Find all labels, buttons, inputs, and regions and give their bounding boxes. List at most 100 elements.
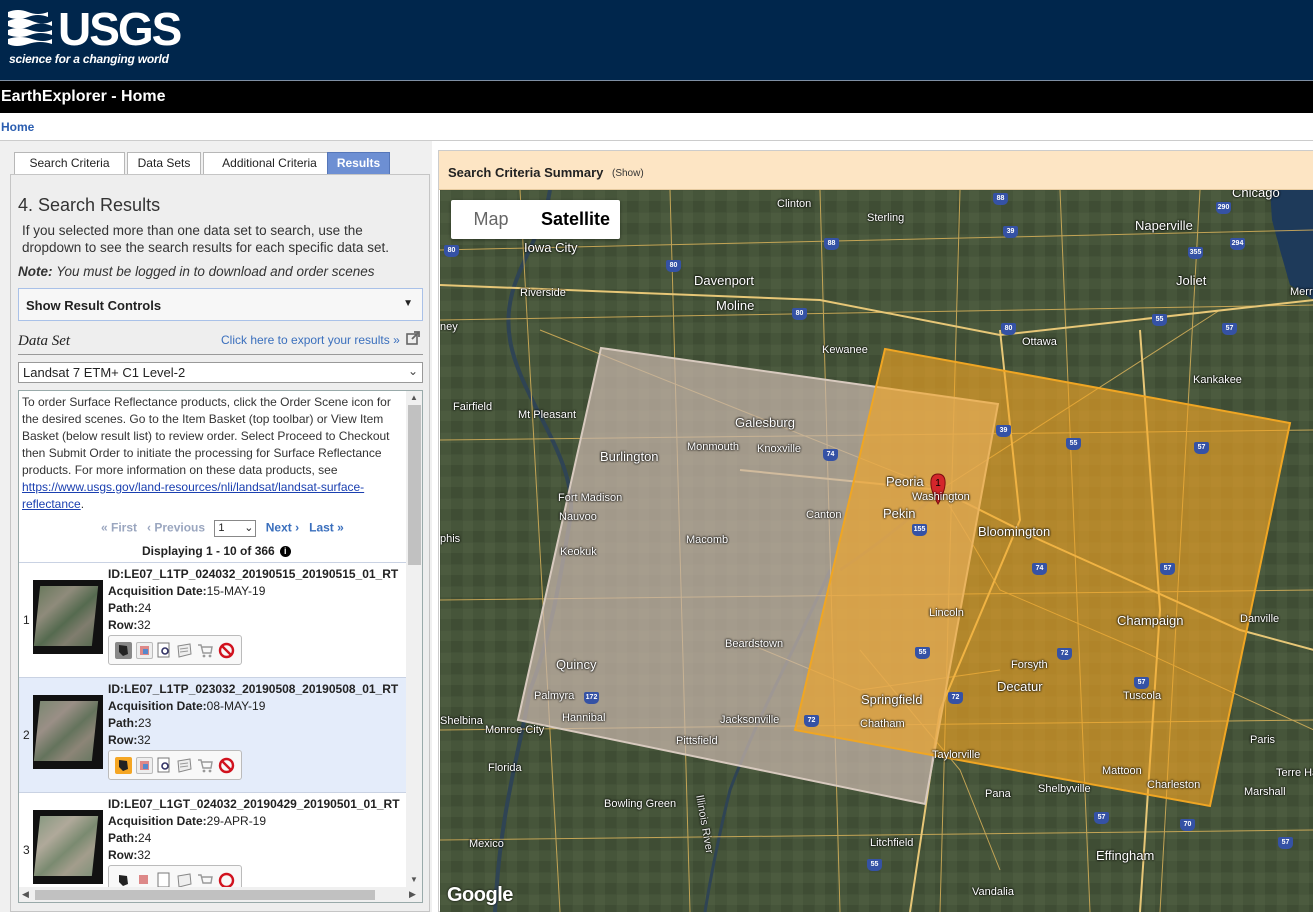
city-label: Springfield: [861, 692, 923, 707]
scene-thumbnail[interactable]: [33, 580, 103, 654]
result-number: 3: [23, 843, 30, 857]
city-label: Tuscola: [1123, 690, 1162, 702]
export-results-link[interactable]: Click here to export your results »: [221, 333, 400, 347]
highway-shield: 39: [996, 425, 1011, 437]
metadata-icon[interactable]: [156, 642, 173, 659]
city-label: Charleston: [1147, 779, 1201, 791]
scrollbar-thumb[interactable]: [408, 405, 421, 565]
city-label: Monroe City: [485, 724, 545, 736]
acquisition-date: 15-MAY-19: [206, 584, 266, 598]
order-info-text: To order Surface Reflectance products, c…: [22, 395, 391, 511]
highway-shield: 57: [1160, 563, 1175, 575]
city-label: Palmyra: [534, 690, 575, 702]
city-label: Forsyth: [1011, 659, 1048, 671]
highway-shield: 88: [993, 193, 1008, 205]
highway-shield: 57: [1278, 837, 1293, 849]
exclude-icon[interactable]: [218, 642, 235, 659]
tab-search-criteria[interactable]: Search Criteria: [14, 152, 125, 174]
scene-path: 24: [138, 831, 152, 845]
footprint-icon[interactable]: [115, 642, 132, 659]
city-label: Chatham: [860, 718, 905, 730]
scene-metadata: ID:LE07_L1TP_023032_20190508_20190508_01…: [108, 682, 399, 747]
dataset-select[interactable]: Landsat 7 ETM+ C1 Level-2 ⌄: [18, 362, 423, 383]
external-link-icon[interactable]: [406, 331, 420, 345]
cart-icon[interactable]: [197, 642, 214, 659]
city-label: Marshall: [1244, 786, 1286, 798]
map-type-satellite-button[interactable]: Satellite: [531, 200, 620, 239]
city-label: Mattoon: [1102, 765, 1142, 777]
usgs-logo[interactable]: USGS science for a changing world: [8, 3, 188, 70]
note-text: You must be logged in to download and or…: [56, 264, 375, 279]
scene-footprint-selected[interactable]: [793, 347, 1292, 808]
scene-metadata: ID:LE07_L1GT_024032_20190429_20190501_01…: [108, 797, 400, 862]
google-logo[interactable]: Google: [447, 884, 513, 907]
horizontal-scrollbar[interactable]: ◀ ▶: [19, 887, 422, 902]
highway-shield: 57: [1134, 677, 1149, 689]
tab-additional-criteria[interactable]: Additional Criteria: [203, 152, 336, 174]
scene-thumbnail[interactable]: [33, 695, 103, 769]
result-count: Displaying 1 - 10 of 366 i: [142, 544, 291, 558]
city-label: Paris: [1250, 734, 1276, 746]
browse-overlay-icon[interactable]: [136, 642, 153, 659]
city-label: Shelbyville: [1038, 783, 1091, 795]
order-scene-icon[interactable]: [176, 757, 193, 774]
highway-shield: 57: [1222, 323, 1237, 335]
result-row[interactable]: 2 ID:LE07_L1TP_023032_20190508_20190508_…: [19, 677, 406, 792]
order-scene-icon[interactable]: [176, 642, 193, 659]
breadcrumb-home-link[interactable]: Home: [1, 120, 34, 134]
city-label: Hannibal: [562, 712, 606, 724]
acquisition-date: 08-MAY-19: [206, 699, 266, 713]
usgs-wordmark: USGS: [58, 3, 182, 55]
city-label: Terre Ha: [1276, 767, 1313, 779]
metadata-icon[interactable]: [156, 757, 173, 774]
chevron-down-icon: ⌄: [407, 364, 418, 378]
pager-previous: ‹ Previous: [147, 520, 206, 535]
city-label: Quincy: [556, 657, 597, 672]
city-label: Chicago: [1232, 190, 1280, 200]
map-type-map-button[interactable]: Map: [451, 200, 531, 239]
pagination: « First ‹ Previous 1 ⌄ Next › Last »: [101, 520, 344, 537]
highway-shield: 294: [1230, 238, 1245, 250]
scene-thumbnail[interactable]: [33, 810, 103, 884]
pager-next[interactable]: Next ›: [266, 521, 299, 535]
city-label: Effingham: [1096, 848, 1155, 863]
summary-show-link[interactable]: (Show): [612, 168, 644, 179]
info-icon[interactable]: i: [279, 546, 291, 557]
highway-shield: 55: [867, 859, 882, 871]
vertical-scrollbar[interactable]: ▲ ▼: [406, 391, 422, 887]
city-label: Knoxville: [757, 443, 802, 455]
highway-shield: 72: [1057, 648, 1072, 660]
city-label: Galesburg: [735, 415, 795, 430]
city-label: Monmouth: [687, 441, 739, 453]
footprint-icon[interactable]: [115, 757, 132, 774]
results-list[interactable]: To order Surface Reflectance products, c…: [18, 390, 423, 903]
city-label: Naperville: [1135, 218, 1193, 233]
scroll-up-icon: ▲: [410, 393, 418, 402]
city-label: Florida: [488, 762, 522, 774]
city-label: Clinton: [777, 198, 812, 210]
satellite-map[interactable]: 1 Chicago Clinton Sterling Naperville Io…: [440, 190, 1313, 912]
exclude-icon[interactable]: [218, 757, 235, 774]
scene-id: ID:LE07_L1GT_024032_20190429_20190501_01…: [108, 797, 400, 811]
city-label: Kewanee: [822, 344, 868, 356]
scrollbar-thumb[interactable]: [35, 890, 375, 900]
tab-results[interactable]: Results: [327, 152, 390, 174]
surface-reflectance-link[interactable]: https://www.usgs.gov/land-resources/nli/…: [22, 480, 364, 511]
app-title-bar: EarthExplorer - Home: [0, 80, 1313, 113]
browse-overlay-icon[interactable]: [136, 757, 153, 774]
acquisition-date: 29-APR-19: [206, 814, 267, 828]
app-title: EarthExplorer - Home: [1, 88, 166, 105]
note-label: Note:: [18, 264, 53, 279]
highway-shield: 88: [824, 238, 839, 250]
city-label: Ottawa: [1022, 336, 1057, 348]
page-select[interactable]: 1 ⌄: [214, 520, 257, 537]
result-controls-toggle[interactable]: Show Result Controls ▼: [18, 288, 423, 321]
tab-data-sets[interactable]: Data Sets: [127, 152, 201, 174]
cart-icon[interactable]: [197, 757, 214, 774]
city-label: Macomb: [686, 534, 729, 546]
pager-last[interactable]: Last »: [309, 521, 344, 535]
caret-down-icon: ▼: [403, 298, 413, 309]
highway-shield: 80: [792, 308, 807, 320]
result-row[interactable]: 1 ID:LE07_L1TP_024032_20190515_20190515_…: [19, 562, 406, 677]
city-label: Sterling: [867, 212, 905, 224]
